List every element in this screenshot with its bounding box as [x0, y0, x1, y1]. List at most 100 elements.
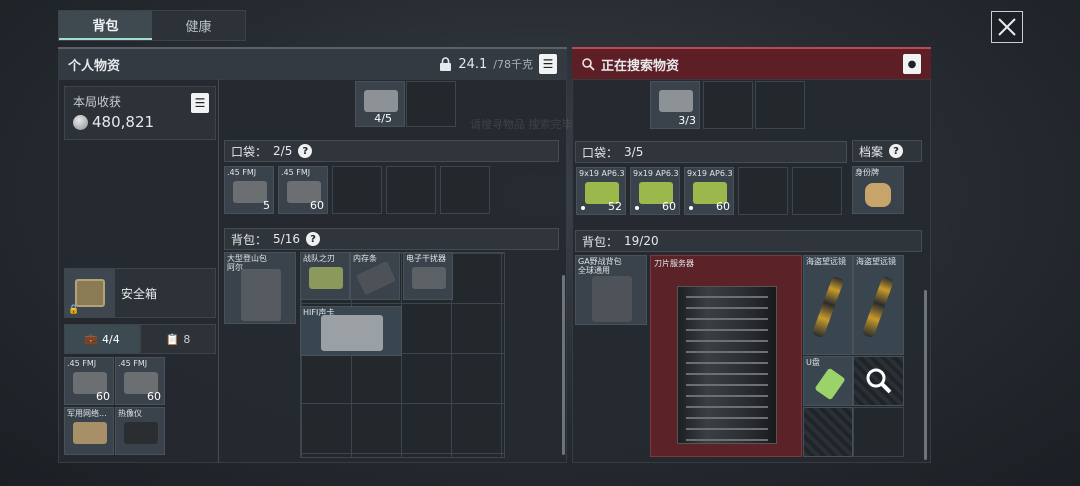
backpack-item-slot[interactable]: 内存条: [350, 252, 400, 300]
safe-item-slot[interactable]: 热像仪: [115, 407, 165, 455]
archive-slot[interactable]: 身份牌: [852, 166, 904, 214]
location-pin-icon: ●: [907, 58, 917, 70]
tab-safe-other[interactable]: 📋 8: [140, 324, 216, 354]
empty-slot[interactable]: [792, 167, 842, 215]
backpack-item-slot[interactable]: U盘: [803, 356, 853, 406]
safe-other-count: 8: [183, 332, 191, 346]
safe-box[interactable]: 🔒 安全箱: [64, 268, 216, 318]
tab-safe-items[interactable]: 💼 4/4: [64, 324, 140, 354]
card-icon: [309, 267, 343, 289]
pockets-label: 口袋：: [582, 145, 619, 160]
personal-items-title: 个人物资: [68, 58, 121, 74]
backpack-count: 19/20: [624, 234, 659, 248]
thermal-imager-icon: [124, 422, 158, 444]
close-button[interactable]: [991, 11, 1023, 43]
safe-box-label: 安全箱: [121, 286, 158, 301]
weight-current: 24.1: [458, 56, 488, 72]
empty-slot[interactable]: [332, 166, 382, 214]
backpack-item-slot[interactable]: 海盗望远镜: [803, 255, 853, 355]
backpack-section-header: 背包： 5/16 ?: [224, 228, 559, 250]
pocket-slot[interactable]: 9x19 AP6.3 60: [630, 167, 680, 215]
usb-drive-icon: [814, 367, 846, 401]
clipboard-icon: 📋: [165, 332, 180, 346]
harvest-stat: 本局收获 480,821 ☰: [64, 86, 216, 140]
sound-card-icon: [321, 315, 383, 351]
empty-slot[interactable]: [440, 166, 490, 214]
empty-slot[interactable]: [406, 81, 456, 127]
item-icon: [659, 90, 693, 112]
searching-slot[interactable]: [853, 356, 904, 406]
backpack-icon: [592, 276, 632, 322]
empty-slot[interactable]: [853, 407, 904, 457]
backpack-label: 背包：: [231, 232, 268, 247]
backpack-equipped-slot[interactable]: 大型登山包 阿尔...: [224, 252, 296, 324]
status-dot: [581, 206, 585, 210]
status-dot: [635, 206, 639, 210]
network-module-icon: [73, 422, 107, 444]
tab-health[interactable]: 健康: [152, 11, 245, 40]
safe-item-slot[interactable]: .45 FMJ 60: [115, 357, 165, 405]
pocket-slot[interactable]: 9x19 AP6.3 60: [684, 167, 734, 215]
pocket-slot[interactable]: .45 FMJ 5: [224, 166, 274, 214]
backpack-icon: [241, 269, 281, 321]
search-icon: [582, 57, 595, 71]
locked-slot: [803, 407, 853, 457]
empty-slot[interactable]: [738, 167, 788, 215]
list-icon: ☰: [194, 96, 206, 110]
safe-box-icon: [75, 279, 105, 307]
rig-slot[interactable]: 3/3: [650, 81, 700, 129]
telescope-icon: [861, 275, 895, 339]
status-dot: [689, 206, 693, 210]
archive-section-header: 档案 ?: [852, 140, 922, 162]
rig-slot[interactable]: 4/5: [355, 81, 405, 127]
backpack-item-slot[interactable]: 电子干扰器: [403, 252, 453, 300]
location-button[interactable]: ●: [903, 54, 921, 74]
question-icon[interactable]: ?: [298, 144, 313, 158]
dog-tag-icon: [865, 183, 891, 207]
tab-backpack[interactable]: 背包: [59, 11, 152, 40]
backpack-equipped-slot[interactable]: GA野战背包 全球通用: [575, 255, 647, 325]
safe-item-slot[interactable]: 军用网络...: [64, 407, 114, 455]
panel-divider: [218, 79, 219, 463]
memory-stick-icon: [355, 260, 397, 296]
empty-slot[interactable]: [386, 166, 436, 214]
searching-items-title: 正在搜索物资: [601, 58, 680, 74]
empty-slot[interactable]: [755, 81, 805, 129]
question-icon[interactable]: ?: [305, 232, 320, 246]
list-icon: ☰: [542, 57, 554, 71]
pocket-slot[interactable]: 9x19 AP6.3 52: [576, 167, 626, 215]
backpack-label: 背包：: [582, 234, 619, 249]
backpack-item-slot[interactable]: 战队之刃: [300, 252, 350, 300]
briefcase-icon: 💼: [84, 332, 98, 346]
safe-item-slot[interactable]: .45 FMJ 60: [64, 357, 114, 405]
item-icon: [364, 90, 398, 112]
right-scrollbar[interactable]: [924, 290, 927, 460]
sort-list-button[interactable]: ☰: [539, 54, 557, 74]
telescope-icon: [811, 275, 845, 339]
backpack-count: 5/16: [273, 232, 300, 246]
backpack-item-slot[interactable]: HIFI声卡: [300, 306, 402, 356]
weight-max: /78千克: [493, 58, 533, 71]
archive-label: 档案: [859, 144, 884, 159]
pockets-label: 口袋：: [231, 144, 268, 159]
backpack-item-slot[interactable]: 海盗望远镜: [853, 255, 904, 355]
left-scrollbar[interactable]: [562, 275, 565, 455]
question-icon[interactable]: ?: [889, 144, 904, 158]
pockets-count: 2/5: [273, 144, 293, 158]
harvest-list-button[interactable]: ☰: [191, 93, 209, 113]
harvest-label: 本局收获: [73, 95, 122, 109]
pocket-slot[interactable]: .45 FMJ 60: [278, 166, 328, 214]
personal-items-header: 个人物资 24.1/78千克 ☰: [58, 47, 567, 79]
magnifier-icon: [866, 368, 892, 394]
empty-slot[interactable]: [703, 81, 753, 129]
harvest-value: 480,821: [92, 113, 155, 131]
search-backpack-section-header: 背包： 19/20: [575, 230, 922, 252]
blade-server-item[interactable]: 刀片服务器: [650, 255, 802, 457]
ammo-box-icon: [233, 181, 267, 203]
watermark-text: 请搜寻物品 搜索完毕: [470, 118, 573, 131]
lock-icon: [440, 56, 452, 71]
weight-indicator: 24.1/78千克 ☰: [439, 54, 557, 74]
jammer-icon: [412, 267, 446, 289]
safe-box-slot[interactable]: 🔒: [65, 269, 115, 317]
pockets-count: 3/5: [624, 145, 644, 159]
